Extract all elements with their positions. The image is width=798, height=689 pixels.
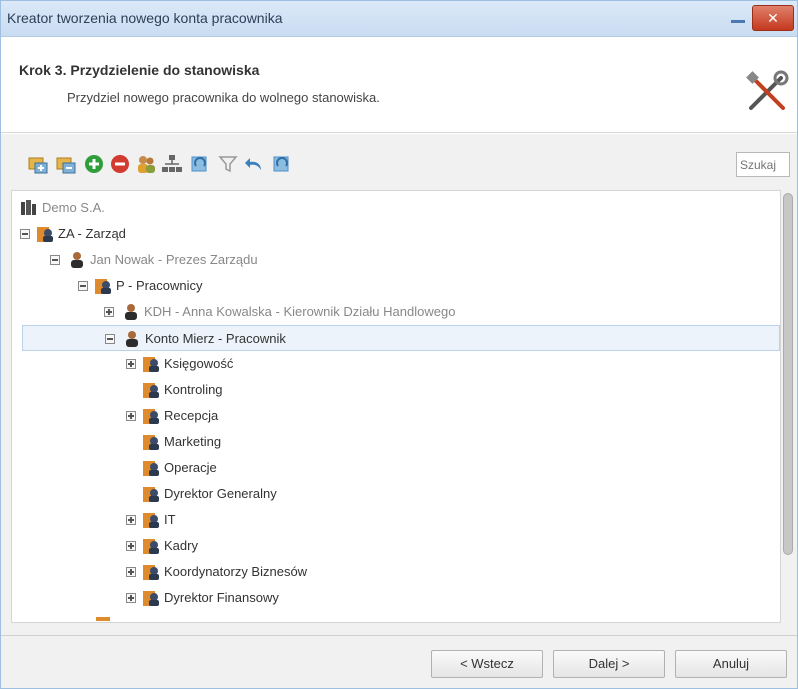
tree-node-label: Recepcja [164, 408, 219, 423]
collapse-all-icon[interactable] [55, 153, 77, 175]
tree-node-label: Demo S.A. [42, 200, 105, 215]
department-icon [143, 591, 159, 606]
tree-node-person[interactable]: KDH - Anna Kowalska - Kierownik Działu H… [104, 299, 604, 325]
tree-node-label: Konto Mierz - Pracownik [145, 331, 286, 346]
tree-node-person-selected[interactable]: Konto Mierz - Pracownik [22, 325, 780, 351]
department-icon [143, 513, 159, 528]
expand-toggle[interactable] [126, 359, 136, 369]
window-title: Kreator tworzenia nowego konta pracownik… [7, 10, 283, 26]
expand-toggle[interactable] [104, 307, 114, 317]
back-button[interactable]: < Wstecz [431, 650, 543, 678]
refresh-icon[interactable] [189, 153, 211, 175]
collapse-toggle[interactable] [20, 229, 30, 239]
department-icon [143, 409, 159, 424]
wizard-header: Krok 3. Przydzielenie do stanowiska Przy… [1, 38, 797, 133]
tree-node-department[interactable]: Marketing [142, 429, 442, 455]
tree-node-department[interactable]: P - Pracownicy [78, 273, 478, 299]
company-icon [21, 200, 36, 215]
scrollbar-thumb[interactable] [783, 193, 793, 555]
refresh-alt-icon[interactable] [271, 153, 293, 175]
department-icon [143, 435, 159, 450]
person-icon [71, 252, 83, 268]
expand-toggle[interactable] [126, 541, 136, 551]
tree-node-department[interactable]: ZA - Zarząd [20, 221, 420, 247]
tree-node-department[interactable]: Recepcja [126, 403, 426, 429]
tree-node-label: KDH - Anna Kowalska - Kierownik Działu H… [144, 304, 456, 319]
cancel-button[interactable]: Anuluj [675, 650, 787, 678]
tree-node-label: IT [164, 512, 176, 527]
tree-node-label: Kadry [164, 538, 198, 553]
expand-toggle[interactable] [126, 515, 136, 525]
filter-icon[interactable] [217, 153, 239, 175]
tree-node-label: Jan Nowak - Prezes Zarządu [90, 252, 258, 267]
department-icon [143, 487, 159, 502]
expand-toggle[interactable] [126, 411, 136, 421]
department-icon [143, 461, 159, 476]
search-input[interactable] [736, 152, 790, 177]
tree-node-department[interactable]: Operacje [142, 455, 442, 481]
users-icon[interactable] [135, 153, 157, 175]
next-button[interactable]: Dalej > [553, 650, 665, 678]
tree-node-department[interactable]: Koordynatorzy Biznesów [126, 559, 426, 585]
expand-toggle[interactable] [126, 567, 136, 577]
tree-node-label: ZA - Zarząd [58, 226, 126, 241]
tree-node-department[interactable]: IT [126, 507, 426, 533]
person-icon [125, 304, 137, 320]
tree-node-department[interactable]: Kadry [126, 533, 426, 559]
undo-icon[interactable] [243, 153, 265, 175]
department-icon [95, 279, 111, 294]
department-icon [143, 383, 159, 398]
partial-next-node-icon [96, 617, 110, 621]
step-title: Krok 3. Przydzielenie do stanowiska [19, 62, 260, 78]
person-icon [126, 331, 138, 347]
tree-node-person[interactable]: Jan Nowak - Prezes Zarządu [50, 247, 450, 273]
minimize-button[interactable] [727, 10, 749, 28]
tree-node-label: Koordynatorzy Biznesów [164, 564, 308, 579]
tree-node-label: Operacje [164, 460, 217, 475]
close-button[interactable]: ✕ [752, 5, 794, 31]
tree-node-label: Kontroling [164, 382, 223, 397]
tree-node-department[interactable]: Kontroling [142, 377, 442, 403]
department-icon [37, 227, 53, 242]
tree-scrollbar[interactable] [781, 190, 795, 623]
department-icon [143, 539, 159, 554]
tree-node-label: Księgowość [164, 356, 234, 371]
step-description: Przydziel nowego pracownika do wolnego s… [67, 90, 380, 105]
tree-node-department[interactable]: Dyrektor Generalny [142, 481, 442, 507]
department-icon [143, 565, 159, 580]
tree-node-label: Dyrektor Generalny [164, 486, 277, 501]
collapse-toggle[interactable] [105, 334, 115, 344]
collapse-toggle[interactable] [50, 255, 60, 265]
expand-all-icon[interactable] [27, 153, 49, 175]
tree-node-department[interactable]: Dyrektor Finansowy [126, 585, 426, 611]
collapse-toggle[interactable] [78, 281, 88, 291]
expand-toggle[interactable] [126, 593, 136, 603]
wizard-footer: < Wstecz Dalej > Anuluj [1, 635, 797, 688]
title-bar[interactable]: Kreator tworzenia nowego konta pracownik… [1, 1, 797, 37]
tree-node-label: Dyrektor Finansowy [164, 590, 279, 605]
position-tree: Demo S.A. ZA - Zarząd Jan Nowak - Prezes… [11, 190, 781, 623]
add-icon[interactable] [83, 153, 105, 175]
tree-node-label: Marketing [164, 434, 222, 449]
tree-node-department[interactable]: Księgowość [126, 351, 426, 377]
tree-node-label: P - Pracownicy [116, 278, 203, 293]
department-icon [143, 357, 159, 372]
tree-node-company[interactable]: Demo S.A. [20, 195, 420, 221]
remove-icon[interactable] [109, 153, 131, 175]
wizard-window: Kreator tworzenia nowego konta pracownik… [0, 0, 798, 689]
org-chart-icon[interactable] [161, 153, 183, 175]
tools-icon [746, 70, 789, 110]
